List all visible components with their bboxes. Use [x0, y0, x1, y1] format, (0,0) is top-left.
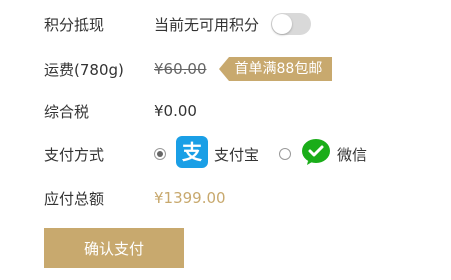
total-amount: ¥1399.00 [154, 189, 226, 207]
points-status: 当前无可用积分 [154, 15, 260, 34]
tax-value: ¥0.00 [154, 102, 197, 120]
tax-value-wrap: ¥0.00 [154, 102, 197, 120]
payment-option-wechat[interactable]: 微信 [279, 138, 367, 170]
wechat-label: 微信 [337, 145, 368, 164]
shipping-value: ¥60.00 首单满88包邮 [154, 57, 333, 81]
payment-label: 支付方式 [44, 145, 105, 164]
wechat-icon [301, 138, 331, 170]
alipay-radio[interactable] [154, 148, 166, 160]
tax-label: 综合税 [44, 102, 90, 121]
total-label: 应付总额 [44, 189, 105, 208]
alipay-icon: 支 [176, 136, 208, 172]
alipay-label: 支付宝 [214, 145, 260, 164]
wechat-radio[interactable] [279, 148, 292, 160]
points-value: 当前无可用积分 [154, 13, 312, 35]
points-label: 积分抵现 [44, 15, 105, 34]
confirm-payment-button[interactable]: 确认支付 [44, 228, 184, 268]
shipping-label: 运费(780g) [44, 60, 124, 79]
payment-options: 支 支付宝 微信 [154, 136, 367, 172]
svg-text:支: 支 [182, 140, 203, 164]
free-shipping-badge: 首单满88包邮 [218, 57, 333, 81]
shipping-original-price: ¥60.00 [154, 60, 207, 78]
toggle-knob [272, 14, 293, 34]
total-value-wrap: ¥1399.00 [154, 189, 226, 207]
payment-option-alipay[interactable]: 支 支付宝 [154, 136, 259, 172]
points-toggle[interactable] [271, 13, 312, 35]
